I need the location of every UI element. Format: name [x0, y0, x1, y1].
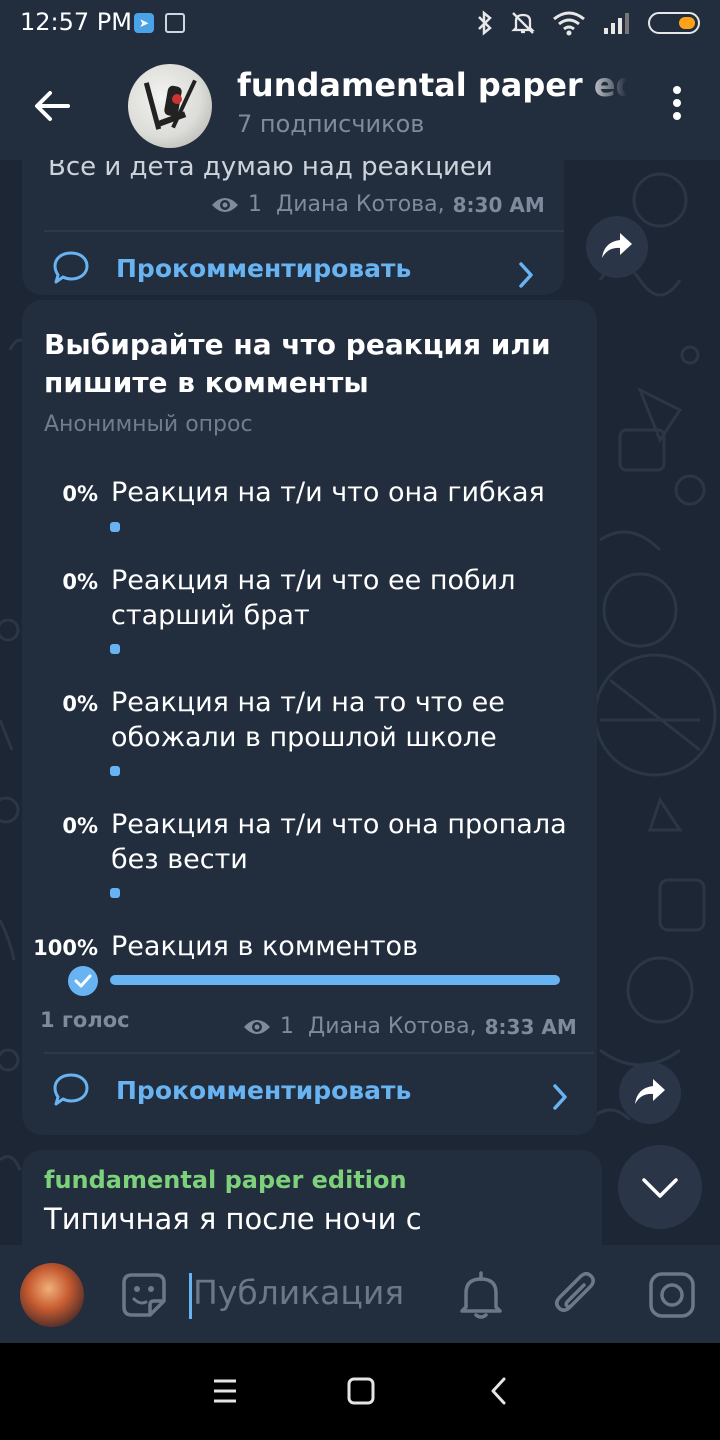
vote-count: 1 голос — [40, 1008, 130, 1032]
comment-label: Прокомментировать — [116, 1075, 412, 1105]
message-author: fundamental paper edition — [44, 1166, 407, 1194]
chevron-down-icon — [642, 1178, 678, 1198]
back-arrow-icon[interactable] — [30, 84, 74, 128]
option-text: Реакция на т/и что она гибкая — [111, 477, 545, 508]
comment-bubble-icon — [53, 251, 89, 284]
option-percent: 100% — [33, 936, 98, 960]
option-percent: 0% — [62, 482, 98, 506]
poll-question: Выбирайте на что реакция или пишите в ко… — [44, 328, 551, 399]
option-bar — [110, 975, 560, 985]
option-percent: 0% — [62, 692, 98, 716]
option-text: Реакция в комментов — [111, 931, 418, 962]
message-meta: 1 Диана Котова, 8:33 AM — [242, 1014, 577, 1039]
option-text: Реакция на т/и что она пропала без вести — [111, 809, 567, 875]
views-eye-icon — [212, 197, 238, 212]
comment-button[interactable]: Прокомментировать — [52, 1072, 411, 1108]
gallery-icon — [165, 13, 185, 33]
option-bar — [110, 522, 120, 532]
views-count: 1 — [248, 192, 262, 217]
telegram-icon: ➤ — [134, 13, 154, 33]
attach-paperclip-icon[interactable] — [552, 1269, 600, 1321]
comment-button[interactable]: Прокомментировать — [52, 250, 411, 286]
status-time: 12:57 PM — [20, 8, 132, 36]
home-icon[interactable] — [346, 1373, 376, 1409]
message-meta: 1 Диана Котова, 8:30 AM — [210, 192, 545, 217]
message-text: Все и дета думаю над реакцией — [48, 160, 493, 182]
text-caret — [189, 1273, 192, 1319]
subscriber-count: 7 подписчиков — [237, 110, 425, 138]
option-percent: 0% — [62, 814, 98, 838]
chat-header: fundamental paper edition 7 подписчиков — [0, 50, 720, 160]
channel-title[interactable]: fundamental paper edition — [237, 66, 627, 106]
scroll-down-button[interactable] — [618, 1145, 702, 1229]
message-time: 8:30 AM — [452, 192, 545, 217]
status-bar: 12:57 PM ➤ — [0, 0, 720, 50]
mute-icon — [511, 12, 535, 34]
option-bar — [110, 766, 120, 776]
chat-area[interactable]: Все и дета думаю над реакцией 1 Диана Ко… — [0, 160, 720, 1245]
message-author: Диана Котова, — [276, 192, 445, 217]
share-arrow-icon — [635, 1079, 665, 1104]
system-nav-bar — [0, 1343, 720, 1440]
option-text: Реакция на т/и что ее побил старший брат — [111, 565, 516, 631]
more-menu-icon[interactable] — [672, 86, 682, 126]
divider — [44, 1052, 594, 1054]
message-bubble[interactable]: fundamental paper edition Типичная я пос… — [22, 1150, 602, 1245]
battery-icon — [648, 12, 700, 34]
share-button[interactable] — [619, 1062, 681, 1124]
chevron-right-icon — [553, 1084, 567, 1110]
message-time: 8:33 AM — [484, 1014, 577, 1039]
message-bubble[interactable]: Все и дета думаю над реакцией 1 Диана Ко… — [22, 160, 564, 295]
views-eye-icon — [244, 1019, 270, 1034]
recent-apps-icon[interactable] — [212, 1373, 238, 1409]
back-nav-icon[interactable] — [486, 1373, 512, 1409]
option-percent: 0% — [62, 570, 98, 594]
poll-type: Анонимный опрос — [44, 412, 253, 437]
sticker-icon[interactable] — [118, 1269, 170, 1321]
status-icons — [476, 10, 700, 36]
option-text: Реакция на т/и на то что ее обожали в пр… — [111, 687, 505, 753]
send-as-avatar[interactable] — [20, 1263, 84, 1327]
message-text: Типичная я после ночи с — [44, 1202, 422, 1236]
share-arrow-icon — [602, 233, 632, 258]
option-bar — [110, 644, 120, 654]
bell-icon[interactable] — [456, 1269, 506, 1321]
option-bar — [110, 888, 120, 898]
comment-label: Прокомментировать — [116, 253, 412, 283]
message-input[interactable]: Публикация — [193, 1273, 404, 1312]
bluetooth-icon — [478, 10, 492, 36]
message-author: Диана Котова, — [308, 1014, 477, 1039]
comment-bubble-icon — [53, 1073, 89, 1106]
camera-icon[interactable] — [646, 1269, 698, 1321]
wifi-icon — [553, 11, 585, 36]
divider — [44, 230, 564, 232]
share-button[interactable] — [586, 216, 648, 278]
chevron-right-icon — [519, 262, 533, 288]
check-icon — [68, 966, 98, 996]
input-bar: Публикация — [0, 1245, 720, 1343]
poll-message[interactable]: Выбирайте на что реакция или пишите в ко… — [22, 300, 597, 1135]
signal-icon — [604, 13, 629, 34]
views-count: 1 — [280, 1014, 294, 1039]
channel-avatar[interactable] — [128, 64, 212, 148]
